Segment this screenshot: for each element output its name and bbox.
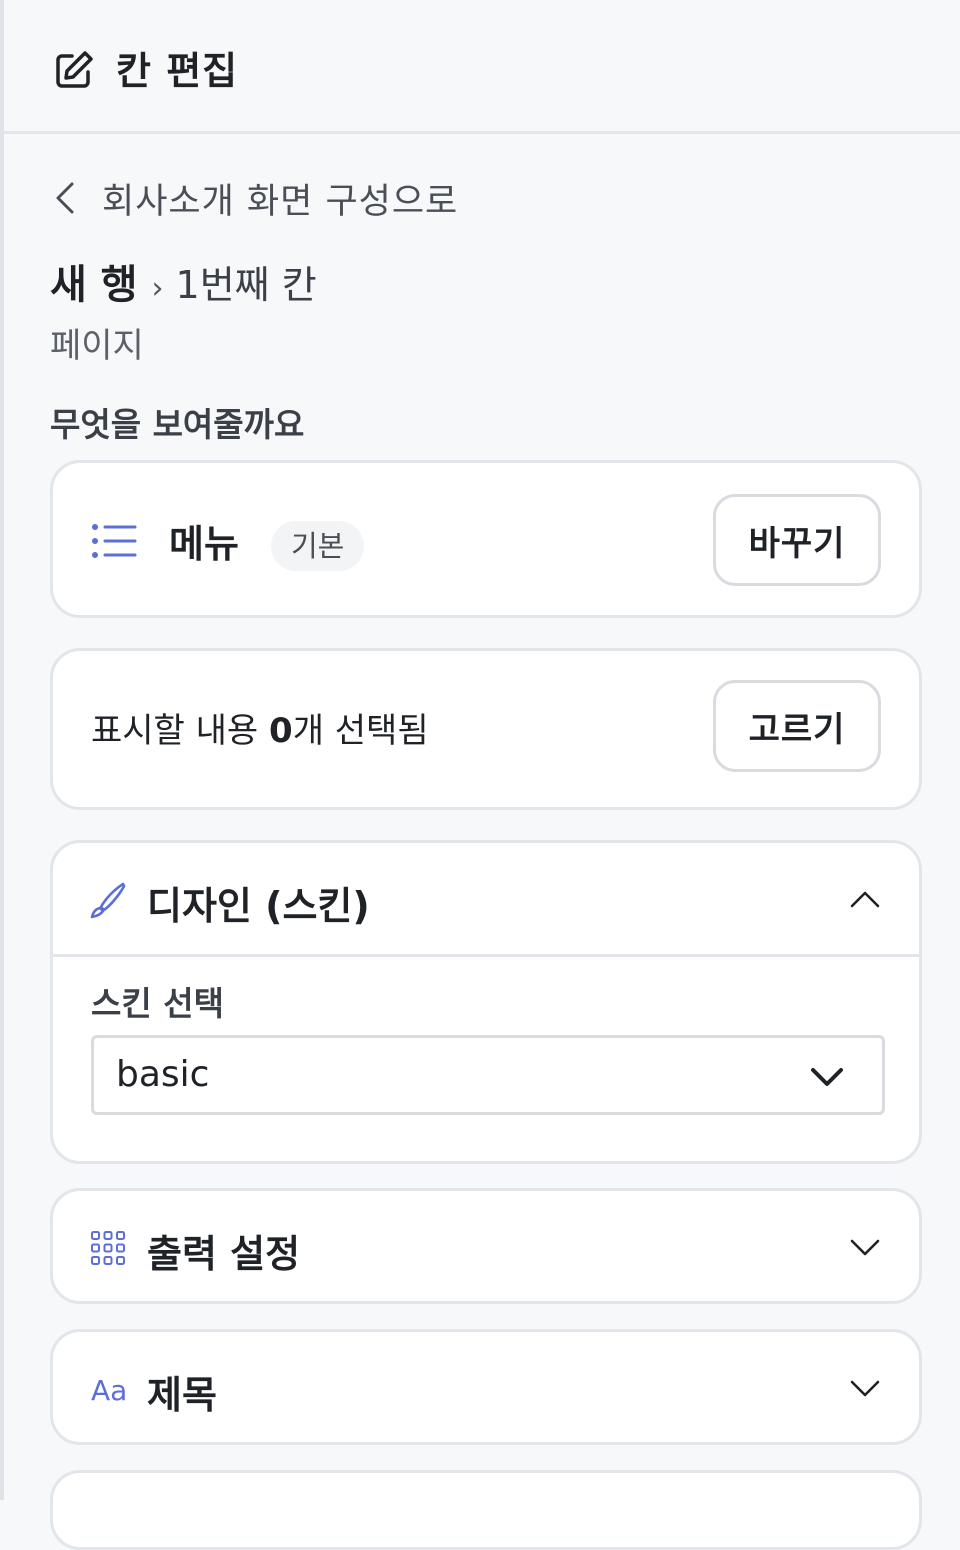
selection-count-text: 표시할 내용 0개 선택됨 <box>91 703 429 752</box>
brush-icon <box>90 882 126 919</box>
chevron-down-icon <box>850 1239 880 1256</box>
title-section: Aa 제목 <box>50 1329 922 1445</box>
next-section[interactable] <box>50 1470 922 1550</box>
design-section-header[interactable]: 디자인 (스킨) <box>53 843 919 957</box>
choose-content-button[interactable]: 고르기 <box>713 680 881 772</box>
page-label: 페이지 <box>50 326 144 366</box>
title-section-header[interactable]: Aa 제목 <box>53 1332 919 1446</box>
back-link-label: 회사소개 화면 구성으로 <box>102 181 459 222</box>
content-selection-card: 표시할 내용 0개 선택됨 고르기 <box>50 648 922 810</box>
design-section: 디자인 (스킨) 스킨 선택 basic <box>50 840 922 1164</box>
back-link[interactable]: 회사소개 화면 구성으로 <box>50 172 458 224</box>
panel-title: 칸 편집 <box>116 49 239 93</box>
breadcrumb-column: 1번째 칸 <box>175 263 317 307</box>
grid-icon <box>91 1231 125 1265</box>
chevron-left-icon <box>56 182 74 214</box>
output-settings-section: 출력 설정 <box>50 1188 922 1304</box>
content-type-card: 메뉴 기본 바꾸기 <box>50 460 922 618</box>
chevron-down-icon <box>850 1380 880 1397</box>
selection-prefix: 표시할 내용 <box>91 711 270 751</box>
breadcrumb: 새 행 › 1번째 칸 <box>50 252 317 310</box>
chevron-down-icon <box>811 1068 843 1086</box>
change-type-button[interactable]: 바꾸기 <box>713 494 881 586</box>
skin-select[interactable]: basic <box>91 1035 885 1115</box>
selection-count: 0 <box>269 711 293 751</box>
default-badge: 기본 <box>271 521 365 571</box>
edit-icon <box>56 51 93 88</box>
panel-header: 칸 편집 <box>4 0 960 134</box>
design-section-title: 디자인 (스킨) <box>147 884 370 928</box>
skin-select-label: 스킨 선택 <box>91 984 224 1023</box>
title-section-title: 제목 <box>147 1373 217 1417</box>
skin-select-value: basic <box>116 1054 210 1095</box>
breadcrumb-separator: › <box>151 271 164 306</box>
content-question: 무엇을 보여줄까요 <box>50 405 305 444</box>
list-icon <box>92 524 137 558</box>
chevron-up-icon <box>850 891 880 908</box>
output-settings-title: 출력 설정 <box>147 1232 301 1276</box>
content-type-name: 메뉴 <box>169 522 239 566</box>
text-style-icon: Aa <box>91 1374 128 1407</box>
selection-suffix: 개 선택됨 <box>292 711 429 751</box>
breadcrumb-row: 새 행 <box>50 262 138 308</box>
edit-column-panel: 칸 편집 회사소개 화면 구성으로 새 행 › 1번째 칸 페이지 무엇을 보여… <box>0 0 960 1550</box>
output-settings-header[interactable]: 출력 설정 <box>53 1191 919 1305</box>
